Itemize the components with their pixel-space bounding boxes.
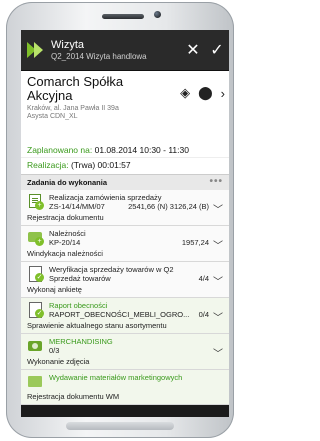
- coins-icon: +: [27, 230, 45, 246]
- task-work: Wykonanie zdjęcia: [27, 357, 90, 366]
- task-item[interactable]: ✓ Raport obecności RAPORT_OBECNOŚCI_MEBL…: [21, 298, 229, 334]
- task-item[interactable]: MERCHANDISING 0/3 Wykonanie zdjęcia ﹀: [21, 334, 229, 370]
- chevron-right-icon[interactable]: ›: [221, 86, 225, 101]
- navigate-icon[interactable]: ◈: [180, 85, 190, 101]
- planned-label: Zaplanowano na:: [27, 145, 93, 155]
- app-logo-icon[interactable]: [27, 40, 45, 60]
- company-contact: Asysta CDN_XL: [27, 113, 78, 120]
- page-subtitle: Q2_2014 Wizyta handlowa: [51, 52, 147, 61]
- task-work: Rejestracja dokumentu: [27, 213, 104, 222]
- task-ref: RAPORT_OBECNOŚCI_MEBLI_OGRO...: [49, 310, 190, 319]
- realization-row: Realizacja: (Trwa) 00:01:57: [21, 157, 229, 174]
- document-icon: +: [27, 194, 45, 210]
- survey-icon: ✓: [27, 266, 45, 282]
- screen: Wizyta Q2_2014 Wizyta handlowa ✕ ✓ Comar…: [21, 30, 229, 417]
- close-button[interactable]: ✕: [181, 40, 205, 60]
- company-name: Comarch Spółka Akcyjna: [27, 74, 124, 103]
- task-work: Sprawienie aktualnego stanu asortymentu: [27, 321, 167, 330]
- chevron-down-icon[interactable]: ﹀: [213, 201, 223, 216]
- header-actions: ◈ ⬤ ›: [180, 85, 225, 101]
- tasks-section-header: Zadania do wykonania •••: [21, 174, 229, 190]
- chevron-down-icon[interactable]: ﹀: [213, 309, 223, 324]
- report-icon: ✓: [27, 302, 45, 318]
- task-work: Windykacja należności: [27, 249, 103, 258]
- company-address: Kraków, al. Jana Pawła II 39a: [27, 105, 119, 112]
- task-name: Weryfikacja sprzedaży towarów w Q2: [49, 265, 174, 274]
- confirm-button[interactable]: ✓: [205, 40, 229, 60]
- task-ref: KP-20/14: [49, 238, 81, 247]
- customer-header: Comarch Spółka Akcyjna Kraków, al. Jana …: [21, 71, 229, 145]
- realization-label: Realizacja:: [27, 160, 69, 170]
- page-title: Wizyta: [51, 39, 84, 51]
- title-bar: Wizyta Q2_2014 Wizyta handlowa ✕ ✓: [21, 30, 229, 71]
- task-name: Raport obecności: [49, 301, 108, 310]
- task-work: Rejestracja dokumentu WM: [27, 392, 120, 401]
- more-options-icon[interactable]: •••: [209, 176, 223, 187]
- chevron-down-icon[interactable]: ﹀: [213, 237, 223, 252]
- box-icon: [27, 374, 45, 390]
- task-ref: ZS-14/14/MM/07: [49, 202, 105, 211]
- phone-bottom-bezel: [66, 422, 174, 430]
- task-name: Należności: [49, 229, 86, 238]
- title-block: Wizyta Q2_2014 Wizyta handlowa: [51, 39, 181, 61]
- tasks-section-title: Zadania do wykonania: [27, 178, 108, 187]
- task-name: MERCHANDISING: [49, 337, 113, 346]
- task-ref: Sprzedaż towarów: [49, 274, 111, 283]
- realization-value: (Trwa) 00:01:57: [70, 160, 131, 170]
- chevron-down-icon[interactable]: ﹀: [213, 273, 223, 288]
- task-name: Wydawanie materiałów marketingowych: [49, 373, 183, 382]
- task-ref: 0/3: [49, 346, 60, 355]
- front-camera: [154, 11, 161, 18]
- task-item[interactable]: ✓ Weryfikacja sprzedaży towarów w Q2 Spr…: [21, 262, 229, 298]
- location-pin-icon[interactable]: ⬤: [198, 85, 213, 101]
- task-value: 1957,24: [181, 238, 209, 247]
- task-work: Wykonaj ankietę: [27, 285, 82, 294]
- task-item[interactable]: Wydawanie materiałów marketingowych Reje…: [21, 370, 229, 405]
- chevron-down-icon[interactable]: ﹀: [213, 345, 223, 360]
- task-item[interactable]: + Należności KP-20/14 1957,24 Windykacja …: [21, 226, 229, 262]
- earpiece: [102, 14, 144, 19]
- task-item[interactable]: + Realizacja zamówienia sprzedaży ZS-14/…: [21, 190, 229, 226]
- task-value: 4/4: [198, 274, 209, 283]
- task-name: Realizacja zamówienia sprzedaży: [49, 193, 162, 202]
- task-value: 2541,66 (N) 3126,24 (B): [128, 202, 209, 211]
- planned-value: 01.08.2014 10:30 - 11:30: [94, 145, 189, 155]
- camera-icon: [27, 338, 45, 354]
- planned-row: Zaplanowano na: 01.08.2014 10:30 - 11:30: [21, 145, 229, 157]
- task-value: 0/4: [198, 310, 209, 319]
- phone-frame: Wizyta Q2_2014 Wizyta handlowa ✕ ✓ Comar…: [6, 2, 234, 438]
